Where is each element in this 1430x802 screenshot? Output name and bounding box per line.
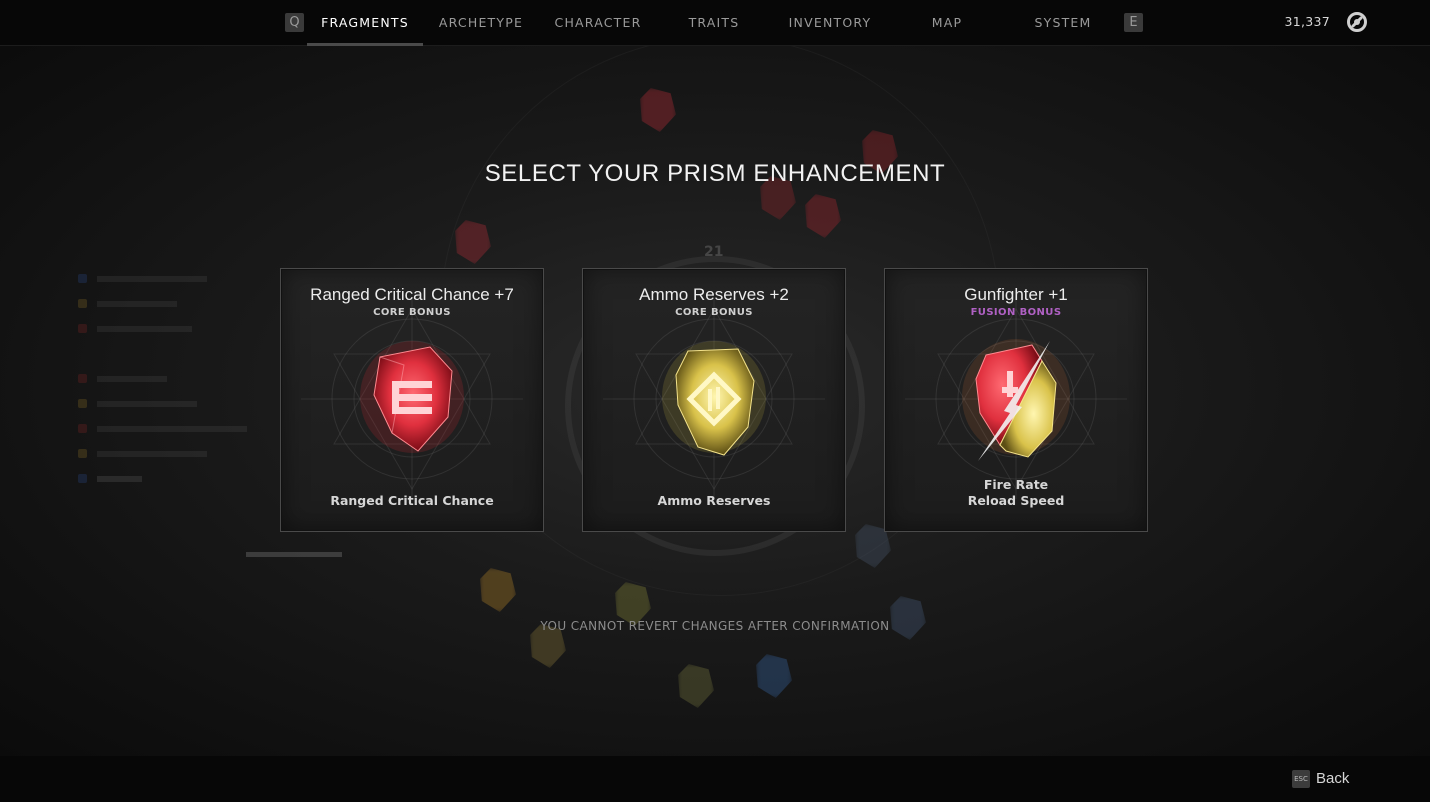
background-fragment [678, 664, 714, 708]
yellow-fragment-icon [662, 341, 766, 456]
card-title: Gunfighter +1 [964, 285, 1068, 304]
game-screen: Q FRAGMENTS ARCHETYPE CHARACTER TRAITS I… [0, 0, 1430, 802]
tab-system[interactable]: SYSTEM [1005, 0, 1121, 46]
background-fragment [890, 596, 926, 640]
card-bonus-type: FUSION BONUS [970, 307, 1062, 318]
background-fragment [756, 654, 792, 698]
tab-traits[interactable]: TRAITS [656, 0, 772, 46]
next-tab-key-hint[interactable]: E [1124, 13, 1143, 32]
background-prism-level: 21 [704, 244, 724, 260]
currency-amount: 31,337 [1284, 14, 1330, 29]
card-stat: Reload Speed [967, 493, 1065, 508]
back-button[interactable]: Back [1316, 770, 1349, 787]
tab-map[interactable]: MAP [889, 0, 1005, 46]
scrap-currency-icon [1347, 12, 1367, 32]
enhancement-card-ranged-critical[interactable]: Ranged Critical Chance +7 CORE BONUS Ran… [280, 268, 544, 532]
card-title: Ammo Reserves +2 [639, 285, 789, 304]
esc-key-hint[interactable]: ESC [1292, 770, 1310, 788]
card-stat: Fire Rate [983, 477, 1049, 492]
red-fragment-icon [360, 341, 464, 453]
page-title: SELECT YOUR PRISM ENHANCEMENT [484, 160, 946, 187]
background-fragment [480, 568, 516, 612]
enhancement-card-gunfighter[interactable]: Gunfighter +1 FUSION BONUS Fire Rate Rel… [884, 268, 1148, 532]
prev-tab-key-hint[interactable]: Q [285, 13, 304, 32]
tab-inventory[interactable]: INVENTORY [772, 0, 888, 46]
tab-character[interactable]: CHARACTER [540, 0, 656, 46]
bottom-bar: ESC Back [0, 756, 1430, 802]
top-nav-bar: Q FRAGMENTS ARCHETYPE CHARACTER TRAITS I… [0, 0, 1430, 46]
card-title: Ranged Critical Chance +7 [310, 285, 514, 304]
prism-enhancement-panel: 21 SELECT YOUR PRISM ENHANCEMENT Ranged … [0, 46, 1430, 756]
tab-archetype[interactable]: ARCHETYPE [423, 0, 539, 46]
confirmation-warning: YOU CANNOT REVERT CHANGES AFTER CONFIRMA… [540, 619, 890, 633]
card-bonus-type: CORE BONUS [675, 307, 753, 318]
card-bonus-type: CORE BONUS [373, 307, 451, 318]
background-progress-bar [246, 552, 342, 557]
card-stat: Ammo Reserves [657, 493, 771, 508]
tab-fragments[interactable]: FRAGMENTS [307, 0, 423, 46]
fusion-fragment-icon [962, 339, 1070, 461]
card-stat: Ranged Critical Chance [330, 493, 494, 508]
enhancement-card-ammo-reserves[interactable]: Ammo Reserves +2 CORE BONUS Ammo Reserve… [582, 268, 846, 532]
